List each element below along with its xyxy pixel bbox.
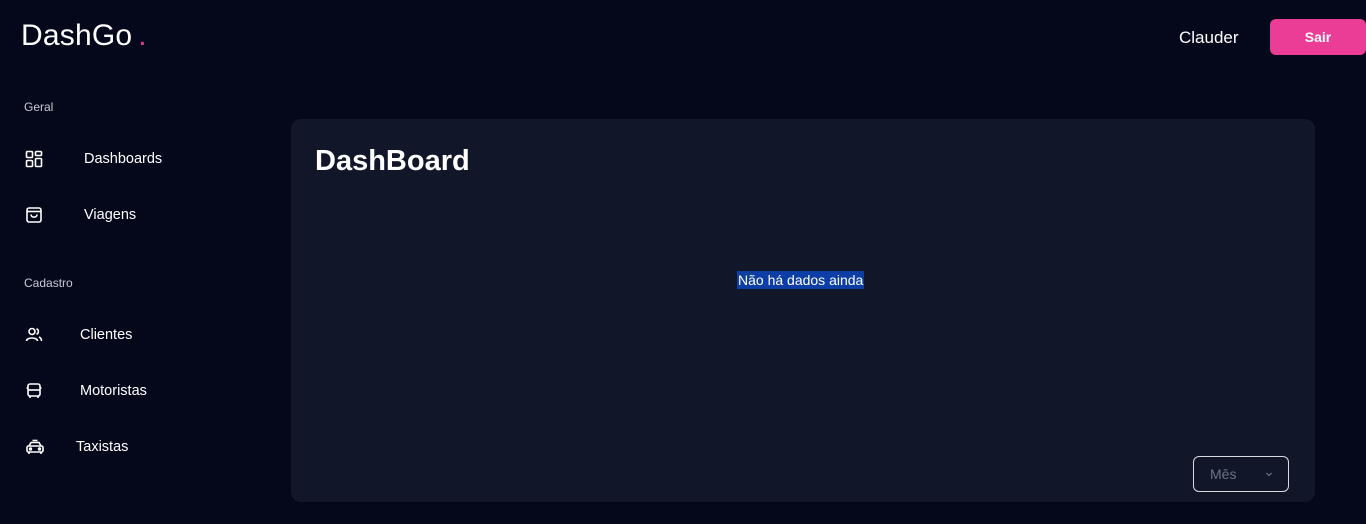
sidebar-item-label: Dashboards xyxy=(84,151,163,167)
dashboard-grid-icon xyxy=(24,144,68,174)
dashboard-panel: DashBoard Não há dados ainda Mês xyxy=(291,119,1315,502)
logo-dot: . xyxy=(138,19,147,52)
sidebar-item-label: Clientes xyxy=(80,327,133,343)
app-logo: DashGo. xyxy=(21,19,147,53)
sidebar-item-taxistas[interactable]: Taxistas xyxy=(24,432,128,462)
sidebar-item-viagens[interactable]: Viagens xyxy=(24,200,136,230)
sidebar-item-clientes[interactable]: Clientes xyxy=(24,320,132,350)
period-select[interactable]: Mês xyxy=(1193,456,1289,492)
sidebar-item-label: Viagens xyxy=(84,207,137,223)
sidebar-item-motoristas[interactable]: Motoristas xyxy=(24,376,147,406)
empty-state-message: Não há dados ainda xyxy=(737,271,865,289)
page-title: DashBoard xyxy=(315,145,470,177)
bus-icon xyxy=(24,376,80,406)
sidebar-item-dashboards[interactable]: Dashboards xyxy=(24,144,162,174)
taxi-icon xyxy=(24,432,76,462)
logo-text: DashGo xyxy=(21,19,133,52)
period-select-value: Mês xyxy=(1210,466,1237,482)
sidebar-item-label: Taxistas xyxy=(76,439,129,455)
sidebar-item-label: Motoristas xyxy=(80,383,147,399)
sidebar-section-cadastro: Cadastro xyxy=(24,276,73,290)
users-icon xyxy=(24,320,80,350)
chevron-down-icon xyxy=(1266,472,1272,477)
user-name: Clauder xyxy=(1179,28,1239,47)
logout-button[interactable]: Sair xyxy=(1270,19,1366,55)
sidebar-section-geral: Geral xyxy=(24,100,54,114)
shopping-bag-icon xyxy=(24,200,68,230)
